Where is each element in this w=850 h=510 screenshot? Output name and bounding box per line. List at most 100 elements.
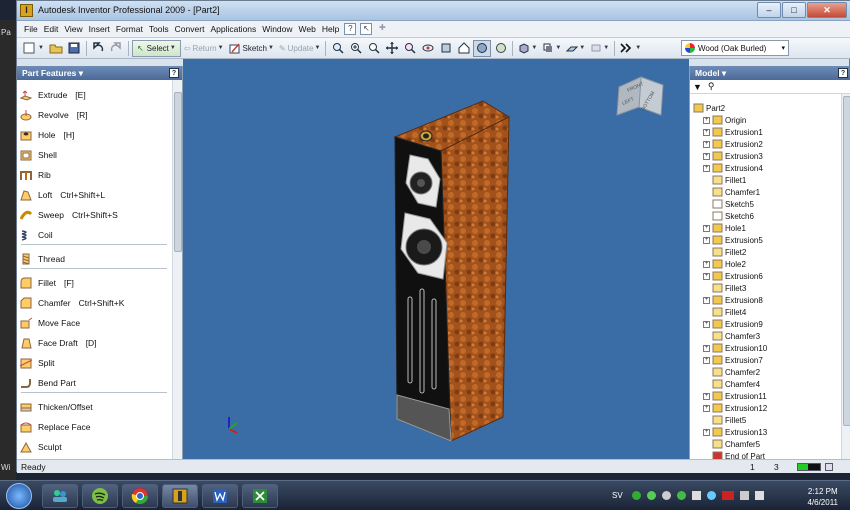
- command-revolve[interactable]: Revolve [R]: [19, 106, 88, 124]
- tree-node-fillet5[interactable]: Fillet5: [703, 414, 746, 426]
- menu-edit[interactable]: Edit: [41, 24, 62, 34]
- viewcube[interactable]: FRONT LEFT BOTTOM: [616, 76, 664, 116]
- expand-icon[interactable]: +: [703, 428, 710, 436]
- material-select[interactable]: Wood (Oak Burled) ▾: [681, 40, 789, 56]
- tree-node-sketch5[interactable]: Sketch5: [703, 198, 754, 210]
- tree-node-chamfer4[interactable]: Chamfer4: [703, 378, 760, 390]
- menu-insert[interactable]: Insert: [86, 24, 113, 34]
- tree-node-extrusion8[interactable]: + Extrusion8: [703, 294, 763, 306]
- zoom-icon[interactable]: [365, 40, 382, 57]
- tree-node-hole2[interactable]: + Hole2: [703, 258, 746, 270]
- tree-node-extrusion1[interactable]: + Extrusion1: [703, 126, 763, 138]
- command-face-draft[interactable]: Face Draft [D]: [19, 334, 97, 352]
- tray-icon[interactable]: [662, 491, 671, 500]
- tree-node-hole1[interactable]: + Hole1: [703, 222, 746, 234]
- tree-node-extrusion3[interactable]: + Extrusion3: [703, 150, 763, 162]
- close-button[interactable]: ✕: [807, 2, 847, 18]
- tray-icon[interactable]: [722, 491, 734, 500]
- command-split[interactable]: Split: [19, 354, 63, 372]
- sketch-button[interactable]: Sketch ▼: [227, 40, 276, 57]
- language-indicator[interactable]: SV: [612, 491, 623, 500]
- speaker-model[interactable]: [393, 100, 511, 442]
- tree-node-extrusion4[interactable]: + Extrusion4: [703, 162, 763, 174]
- shadow-icon[interactable]: ▼: [540, 40, 563, 57]
- command-chamfer[interactable]: Chamfer Ctrl+Shift+K: [19, 294, 124, 312]
- inventor-app-icon[interactable]: I: [20, 4, 33, 17]
- panel-scrollbar[interactable]: [172, 80, 182, 459]
- browser-scrollbar[interactable]: [841, 94, 850, 459]
- tree-node-extrusion5[interactable]: + Extrusion5: [703, 234, 763, 246]
- title-bar[interactable]: I Autodesk Inventor Professional 2009 - …: [17, 1, 850, 21]
- tree-node-chamfer5[interactable]: Chamfer5: [703, 438, 760, 450]
- expand-icon[interactable]: +: [703, 296, 710, 304]
- network-icon[interactable]: [740, 491, 749, 500]
- zoom-selected-icon[interactable]: [401, 40, 418, 57]
- command-sculpt[interactable]: Sculpt: [19, 438, 70, 456]
- tree-node-fillet1[interactable]: Fillet1: [703, 174, 746, 186]
- expand-icon[interactable]: +: [703, 344, 710, 352]
- menu-view[interactable]: View: [61, 24, 85, 34]
- command-bend-part[interactable]: Bend Part: [19, 374, 84, 392]
- redo-icon[interactable]: [108, 40, 125, 57]
- tree-node-fillet2[interactable]: Fillet2: [703, 246, 746, 258]
- expand-icon[interactable]: +: [703, 152, 710, 160]
- command-sweep[interactable]: Sweep Ctrl+Shift+S: [19, 206, 118, 224]
- model-browser-header[interactable]: Model ▾ ?: [690, 66, 850, 80]
- zoom-all-icon[interactable]: [329, 40, 346, 57]
- command-extrude[interactable]: Extrude [E]: [19, 86, 86, 104]
- tray-icon[interactable]: [647, 491, 656, 500]
- part-features-header[interactable]: Part Features ▾ ?: [17, 66, 182, 80]
- save-icon[interactable]: [66, 40, 83, 57]
- menu-tools[interactable]: Tools: [146, 24, 172, 34]
- menu-file[interactable]: File: [21, 24, 41, 34]
- tree-node-fillet3[interactable]: Fillet3: [703, 282, 746, 294]
- tray-icon[interactable]: [692, 491, 701, 500]
- tree-root-part2[interactable]: Part2: [693, 102, 725, 114]
- expand-icon[interactable]: +: [703, 164, 710, 172]
- command-replace-face[interactable]: Replace Face: [19, 418, 98, 436]
- open-icon[interactable]: [47, 40, 65, 57]
- pan-icon[interactable]: [383, 40, 400, 57]
- zoom-window-icon[interactable]: [347, 40, 364, 57]
- shaded-display-icon[interactable]: [473, 39, 492, 57]
- command-move-face[interactable]: Move Face: [19, 314, 88, 332]
- menu-window[interactable]: Window: [259, 24, 295, 34]
- expand-icon[interactable]: +: [703, 272, 710, 280]
- menu-convert[interactable]: Convert: [172, 24, 208, 34]
- tree-node-extrusion11[interactable]: + Extrusion11: [703, 390, 767, 402]
- expand-icon[interactable]: +: [703, 392, 710, 400]
- scroll-thumb[interactable]: [843, 96, 850, 426]
- command-coil[interactable]: Coil: [19, 226, 61, 244]
- visual-style-icon[interactable]: [492, 40, 509, 57]
- menu-web[interactable]: Web: [296, 24, 319, 34]
- tree-node-extrusion6[interactable]: + Extrusion6: [703, 270, 763, 282]
- help-icon[interactable]: ?: [344, 23, 357, 35]
- expand-icon[interactable]: +: [703, 404, 710, 412]
- expand-icon[interactable]: +: [703, 140, 710, 148]
- command-rib[interactable]: Rib: [19, 166, 59, 184]
- expand-icon[interactable]: +: [703, 128, 710, 136]
- command-thread[interactable]: Thread: [19, 250, 73, 268]
- help-icon[interactable]: ?: [169, 68, 179, 78]
- expand-icon[interactable]: +: [703, 260, 710, 268]
- command-shell[interactable]: Shell: [19, 146, 65, 164]
- menu-help[interactable]: Help: [319, 24, 342, 34]
- expand-icon[interactable]: +: [703, 224, 710, 232]
- update-button[interactable]: ✎ Update ▼: [277, 40, 322, 57]
- help-icon[interactable]: ?: [838, 68, 848, 78]
- tree-node-chamfer3[interactable]: Chamfer3: [703, 330, 760, 342]
- expand-icon[interactable]: +: [703, 320, 710, 328]
- messenger-icon[interactable]: [42, 484, 78, 508]
- tree-node-extrusion10[interactable]: + Extrusion10: [703, 342, 767, 354]
- expand-icon[interactable]: +: [703, 236, 710, 244]
- command-fillet[interactable]: Fillet [F]: [19, 274, 74, 292]
- tree-node-extrusion13[interactable]: + Extrusion13: [703, 426, 767, 438]
- excel-icon[interactable]: [242, 484, 278, 508]
- menu-format[interactable]: Format: [113, 24, 146, 34]
- pointer-help-icon[interactable]: ↖: [360, 23, 373, 35]
- tree-node-extrusion9[interactable]: + Extrusion9: [703, 318, 763, 330]
- graphics-viewport[interactable]: FRONT LEFT BOTTOM: [183, 59, 689, 459]
- spotify-icon[interactable]: [82, 484, 118, 508]
- tree-node-sketch6[interactable]: Sketch6: [703, 210, 754, 222]
- find-icon[interactable]: ⚲: [708, 81, 715, 92]
